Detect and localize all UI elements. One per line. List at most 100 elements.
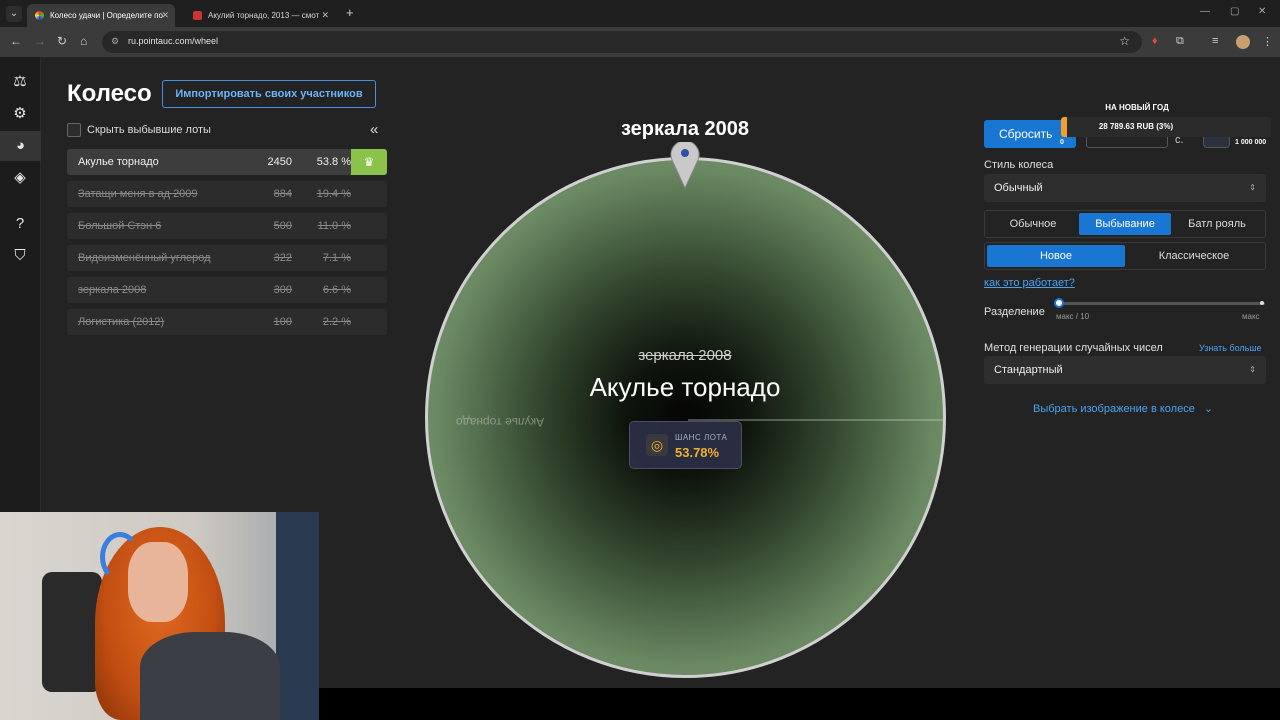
donation-max: 1 000 000 <box>1235 139 1267 146</box>
tab-mode-normal[interactable]: Обычное <box>987 213 1079 235</box>
wheel-style-label: Стиль колеса <box>984 159 1054 171</box>
wheel-pie-icon[interactable]: ◕ <box>0 131 41 161</box>
how-it-works-link[interactable]: как это работает? <box>984 277 1075 289</box>
tab-wheel[interactable]: Колесо удачи | Определите по ✕ <box>27 4 175 27</box>
lot-row[interactable]: Затащи меня в ад 2009 884 19.4 % <box>67 181 387 207</box>
auction-gavel-icon[interactable]: ⚖ <box>9 71 31 93</box>
tab-search-icon[interactable]: ⌄ <box>6 6 22 22</box>
lot-name: Большой Стэн 6 <box>78 220 162 232</box>
hide-eliminated-toggle[interactable]: Скрыть выбывшие лоты <box>67 123 211 139</box>
rng-value: Стандартный <box>994 364 1063 376</box>
target-icon: ◎ <box>646 434 668 456</box>
shield-icon[interactable]: ⛉ <box>9 245 31 267</box>
new-tab-button[interactable]: + <box>346 5 354 20</box>
maximize-icon[interactable]: ▢ <box>1230 6 1239 17</box>
extension-leaf-icon[interactable]: ♦ <box>1152 35 1158 47</box>
media-controls-icon[interactable]: ≡ <box>1212 35 1218 47</box>
eliminated-lot-label: зеркала 2008 <box>638 347 732 364</box>
donation-goal-title: НА НОВЫЙ ГОД <box>1105 103 1169 112</box>
url-text: ru.pointauc.com/wheel <box>128 36 219 46</box>
webcam-chair <box>42 572 102 692</box>
donation-amount: 28 789.63 RUB (3%) <box>1098 122 1174 131</box>
browser-menu-icon[interactable]: ⋮ <box>1262 35 1273 48</box>
lot-name: Видоизменённый углерод <box>78 252 211 264</box>
layers-icon[interactable]: ◈ <box>9 167 31 189</box>
tab-mode-battle-royale[interactable]: Батл рояль <box>1171 213 1263 235</box>
wheel-image-label: Выбрать изображение в колесе <box>1033 403 1195 415</box>
spin-wheel[interactable]: Акулье торнадо <box>425 157 946 678</box>
tab-title: Колесо удачи | Определите по <box>50 11 163 20</box>
split-label: Разделение <box>984 306 1045 318</box>
page-title: Колесо <box>67 80 152 107</box>
tab-variant-classic[interactable]: Классическое <box>1125 245 1263 267</box>
browser-tab-bar: ⌄ Колесо удачи | Определите по ✕ Акулий … <box>0 0 1280 27</box>
lot-amount: 2450 <box>267 156 292 168</box>
lot-row[interactable]: зеркала 2008 300 6.6 % <box>67 277 387 303</box>
lot-name: Логистика (2012) <box>78 316 165 328</box>
donation-progress-bar: 28 789.63 RUB (3%) <box>1061 117 1271 137</box>
select-arrows-icon: ⇕ <box>1249 365 1256 374</box>
lot-percent: 6.6 % <box>322 284 351 296</box>
winner-badge-icon: ♛ <box>351 149 387 175</box>
extensions-puzzle-icon[interactable]: ⧉ <box>1176 35 1184 48</box>
lot-percent: 53.8 % <box>316 156 351 168</box>
split-max-label: макс <box>1242 312 1260 321</box>
lot-chance-card: ◎ ШАНС ЛОТА 53.78% <box>629 421 742 469</box>
lot-name: Затащи меня в ад 2009 <box>78 188 198 200</box>
wheel-image-picker[interactable]: Выбрать изображение в колесе ⌄ <box>1033 402 1213 415</box>
help-icon[interactable]: ? <box>9 213 31 235</box>
close-window-icon[interactable]: ✕ <box>1258 6 1266 17</box>
reload-icon[interactable]: ↻ <box>57 34 67 48</box>
lot-row[interactable]: Большой Стэн 6 500 11.0 % <box>67 213 387 239</box>
url-input[interactable]: ⚙ ru.pointauc.com/wheel ☆ <box>102 31 1142 53</box>
wheel-pointer-icon <box>670 142 700 190</box>
home-icon[interactable]: ⌂ <box>80 34 87 48</box>
site-info-icon[interactable]: ⚙ <box>111 36 119 47</box>
webcam-person-shirt <box>140 632 280 720</box>
bookmark-star-icon[interactable]: ☆ <box>1119 34 1130 48</box>
hide-eliminated-checkbox[interactable] <box>67 123 81 137</box>
tab-mode-elimination[interactable]: Выбывание <box>1079 213 1171 235</box>
rng-learn-more-link[interactable]: Узнать больше <box>1199 343 1262 353</box>
lot-percent: 7.1 % <box>322 252 351 264</box>
lot-percent: 11.0 % <box>317 220 351 232</box>
collapse-panel-icon[interactable]: « <box>370 121 378 138</box>
hide-eliminated-label: Скрыть выбывшие лоты <box>87 123 211 136</box>
split-slider[interactable] <box>1059 302 1265 305</box>
current-lot-label: Акулье торнадо <box>589 372 781 402</box>
donation-min: 0 <box>1060 139 1064 146</box>
lot-row[interactable]: Логистика (2012) 100 2.2 % <box>67 309 387 335</box>
split-slider-end <box>1260 301 1264 305</box>
webcam-curtain <box>276 512 319 720</box>
chevron-down-icon: ⌄ <box>1203 403 1214 415</box>
lot-percent: 19.4 % <box>316 188 351 200</box>
lot-amount: 500 <box>273 220 292 232</box>
rng-label: Метод генерации случайных чисел <box>984 342 1163 354</box>
tab-variant-new[interactable]: Новое <box>987 245 1125 267</box>
split-slider-thumb[interactable] <box>1054 298 1064 308</box>
split-min-label: макс / 10 <box>1056 312 1090 321</box>
chance-label: ШАНС ЛОТА <box>675 433 728 442</box>
tab-movie[interactable]: Акулий торнадо, 2013 — смот ✕ <box>185 4 335 27</box>
wheel-segment-label: Акулье торнадо <box>456 415 545 429</box>
lot-row-winner[interactable]: Акулье торнадо 2450 53.8 % ♛ <box>67 149 387 175</box>
settings-gear-icon[interactable]: ⚙ <box>9 103 31 125</box>
lot-percent: 2.2 % <box>322 316 351 328</box>
profile-avatar[interactable] <box>1236 35 1250 49</box>
select-arrows-icon: ⇕ <box>1249 183 1256 192</box>
close-tab-icon[interactable]: ✕ <box>321 4 329 27</box>
back-icon[interactable]: ← <box>10 34 22 48</box>
rng-select[interactable]: Стандартный ⇕ <box>984 356 1266 384</box>
wheel-style-select[interactable]: Обычный ⇕ <box>984 174 1266 202</box>
import-participants-button[interactable]: Импортировать своих участников <box>162 80 376 108</box>
lot-amount: 300 <box>273 284 292 296</box>
lot-row[interactable]: Видоизменённый углерод 322 7.1 % <box>67 245 387 271</box>
close-tab-icon[interactable]: ✕ <box>161 4 169 27</box>
movie-favicon-icon <box>193 11 202 21</box>
wheel-style-value: Обычный <box>994 182 1043 194</box>
forward-icon[interactable]: → <box>34 34 46 48</box>
mode-tabs: Обычное Выбывание Батл рояль <box>984 210 1266 238</box>
minimize-icon[interactable]: — <box>1200 6 1210 17</box>
lot-amount: 884 <box>273 188 292 200</box>
address-toolbar: ← → ↻ ⌂ ⚙ ru.pointauc.com/wheel ☆ ♦ ⧉ ≡ … <box>0 27 1280 57</box>
